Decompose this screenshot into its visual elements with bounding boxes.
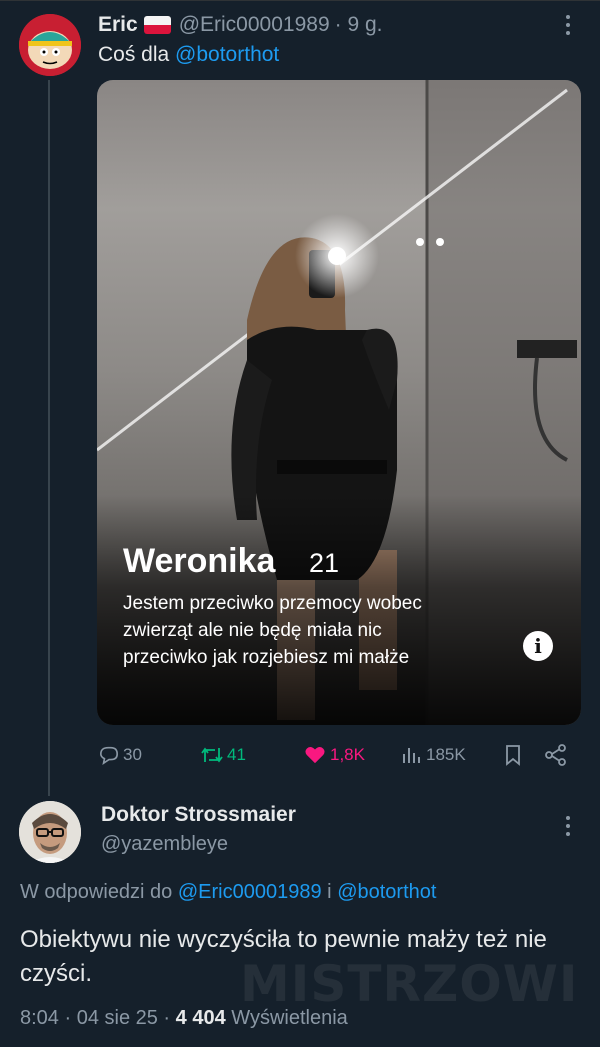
more-icon[interactable] — [563, 816, 573, 836]
tweet-media[interactable]: Weronika 21 Jestem przeciwko przemocy wo… — [97, 80, 581, 725]
share-button[interactable] — [544, 740, 571, 770]
avatar[interactable] — [19, 14, 81, 76]
reply-context: W odpowiedzi do @Eric00001989 i @botorth… — [20, 881, 436, 904]
like-button[interactable]: 1,8K — [303, 740, 365, 770]
profile-bio: Jestem przeciwko przemocy wobec zwierząt… — [123, 590, 503, 671]
tweet-meta: 8:04 · 04 sie 25 · 4 404 Wyświetlenia — [20, 1007, 348, 1030]
reply-user-link[interactable]: @Eric00001989 — [178, 881, 322, 903]
tweet-text: Coś dla @botorthot — [98, 43, 279, 67]
tweet-header: Eric @Eric00001989 · 9 g. — [98, 13, 382, 37]
author-name[interactable]: Doktor Strossmaier — [101, 803, 296, 827]
mention-link[interactable]: @botorthot — [175, 43, 279, 66]
top-divider — [0, 0, 600, 1]
tweet-text-prefix: Coś dla — [98, 43, 170, 66]
cartoon-avatar-icon — [19, 14, 81, 76]
portrait-avatar-icon — [19, 801, 81, 863]
poland-flag-icon — [143, 16, 171, 34]
profile-bio-line: Jestem przeciwko przemocy wobec — [123, 593, 422, 614]
profile-age: 21 — [309, 548, 340, 578]
tweet-time[interactable]: · 9 g. — [335, 13, 383, 37]
profile-name: Weronika — [123, 542, 276, 580]
retweet-button[interactable]: 41 — [200, 740, 246, 770]
profile-bio-line: zwierząt ale nie będę miała nic — [123, 620, 382, 641]
views-count: 185K — [426, 745, 466, 764]
bookmark-icon — [506, 745, 520, 766]
views-label: Wyświetlenia — [231, 1007, 348, 1029]
reply-count: 30 — [123, 745, 142, 764]
reply-icon — [99, 746, 119, 765]
reply-user-link[interactable]: @botorthot — [337, 881, 436, 903]
author-handle[interactable]: @Eric00001989 — [179, 13, 330, 37]
like-icon — [305, 747, 325, 764]
info-icon: i — [523, 631, 553, 661]
thread-connector-line — [48, 80, 50, 796]
views-icon — [403, 748, 420, 763]
bookmark-button[interactable] — [503, 740, 526, 770]
reply-prefix: W odpowiedzi do — [20, 881, 173, 903]
views-button[interactable]: 185K — [401, 740, 466, 770]
reply-and: i — [327, 881, 332, 903]
share-icon — [545, 744, 566, 766]
tweet-time[interactable]: 8:04 · 04 sie 25 · — [20, 1007, 170, 1029]
watermark-logo: MISTRZOWIE.ORG — [240, 955, 580, 1009]
retweet-count: 41 — [227, 745, 246, 764]
avatar[interactable] — [19, 801, 81, 863]
views-count: 4 404 — [175, 1007, 226, 1029]
author-handle[interactable]: @yazembleye — [101, 833, 228, 856]
profile-bio-line: przeciwko jak rozjebiesz mi małże — [123, 647, 410, 668]
author-name[interactable]: Eric — [98, 13, 138, 37]
more-icon[interactable] — [563, 15, 573, 35]
reply-button[interactable]: 30 — [98, 740, 142, 770]
retweet-icon — [201, 747, 223, 763]
like-count: 1,8K — [330, 745, 365, 764]
